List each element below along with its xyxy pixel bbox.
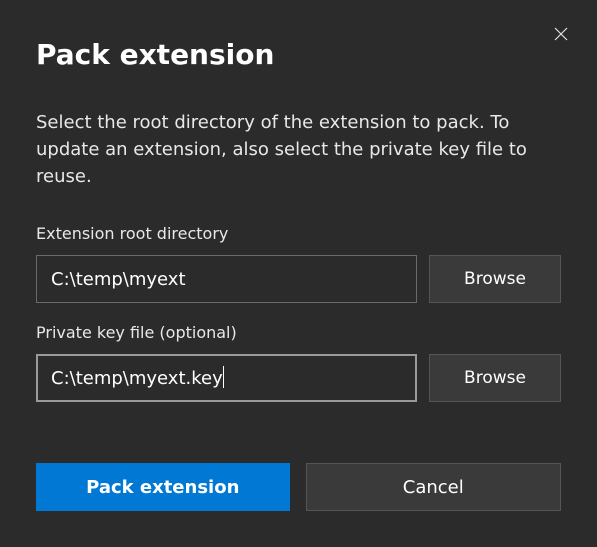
cancel-button[interactable]: Cancel — [306, 463, 562, 511]
pack-extension-dialog: Pack extension Select the root directory… — [0, 0, 597, 547]
private-key-row: C:\temp\myext.key Browse — [36, 354, 561, 402]
private-key-field: Private key file (optional) C:\temp\myex… — [36, 323, 561, 402]
private-key-browse-button[interactable]: Browse — [429, 354, 561, 402]
dialog-button-row: Pack extension Cancel — [36, 453, 561, 511]
close-icon — [554, 27, 568, 41]
dialog-description: Select the root directory of the extensi… — [36, 109, 561, 190]
root-directory-row: Browse — [36, 255, 561, 303]
root-directory-input[interactable] — [36, 255, 417, 303]
private-key-label: Private key file (optional) — [36, 323, 561, 342]
close-button[interactable] — [547, 20, 575, 48]
root-directory-field: Extension root directory Browse — [36, 224, 561, 303]
root-directory-browse-button[interactable]: Browse — [429, 255, 561, 303]
pack-extension-button[interactable]: Pack extension — [36, 463, 290, 511]
root-directory-label: Extension root directory — [36, 224, 561, 243]
text-caret-icon — [223, 366, 224, 388]
private-key-value: C:\temp\myext.key — [51, 368, 223, 389]
private-key-input[interactable]: C:\temp\myext.key — [36, 354, 417, 402]
dialog-title: Pack extension — [36, 38, 561, 71]
